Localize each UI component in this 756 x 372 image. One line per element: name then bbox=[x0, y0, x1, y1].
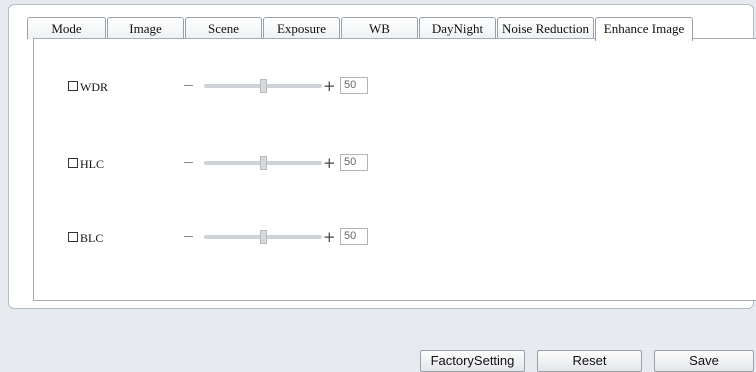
tab-wb[interactable]: WB bbox=[341, 17, 418, 39]
blc-slider[interactable] bbox=[204, 230, 322, 244]
blc-minus-icon[interactable] bbox=[184, 236, 193, 237]
wdr-slider-handle[interactable] bbox=[260, 79, 267, 93]
blc-value-field[interactable]: 50 bbox=[340, 228, 368, 245]
hlc-minus-icon[interactable] bbox=[184, 162, 193, 163]
hlc-value-field[interactable]: 50 bbox=[340, 154, 368, 171]
hlc-checkbox[interactable] bbox=[68, 158, 78, 168]
blc-plus-icon[interactable]: + bbox=[323, 228, 336, 246]
tab-image[interactable]: Image bbox=[107, 17, 184, 39]
wdr-row: WDR + 50 bbox=[34, 77, 434, 97]
wdr-minus-icon[interactable] bbox=[184, 85, 193, 86]
settings-frame: Mode Image Scene Exposure WB DayNight No… bbox=[8, 4, 756, 309]
wdr-plus-icon[interactable]: + bbox=[323, 77, 336, 95]
tab-scene[interactable]: Scene bbox=[185, 17, 262, 39]
hlc-plus-icon[interactable]: + bbox=[323, 154, 336, 172]
tab-daynight[interactable]: DayNight bbox=[419, 17, 496, 39]
enhance-image-panel: WDR + 50 HLC + 50 BLC + 50 bbox=[33, 38, 756, 301]
blc-slider-handle[interactable] bbox=[260, 230, 267, 244]
hlc-slider[interactable] bbox=[204, 156, 322, 170]
hlc-label: HLC bbox=[80, 157, 104, 171]
tab-enhance-image[interactable]: Enhance Image bbox=[595, 17, 693, 41]
tab-noise-reduction[interactable]: Noise Reduction bbox=[497, 17, 594, 39]
blc-checkbox[interactable] bbox=[68, 232, 78, 242]
hlc-row: HLC + 50 bbox=[34, 154, 434, 174]
wdr-checkbox[interactable] bbox=[68, 81, 78, 91]
blc-label: BLC bbox=[80, 231, 104, 245]
tab-mode[interactable]: Mode bbox=[27, 17, 106, 39]
hlc-slider-handle[interactable] bbox=[260, 156, 267, 170]
wdr-slider[interactable] bbox=[204, 79, 322, 93]
tab-exposure[interactable]: Exposure bbox=[263, 17, 340, 39]
wdr-value-field[interactable]: 50 bbox=[340, 77, 368, 94]
wdr-label: WDR bbox=[80, 80, 108, 94]
blc-row: BLC + 50 bbox=[34, 228, 434, 248]
